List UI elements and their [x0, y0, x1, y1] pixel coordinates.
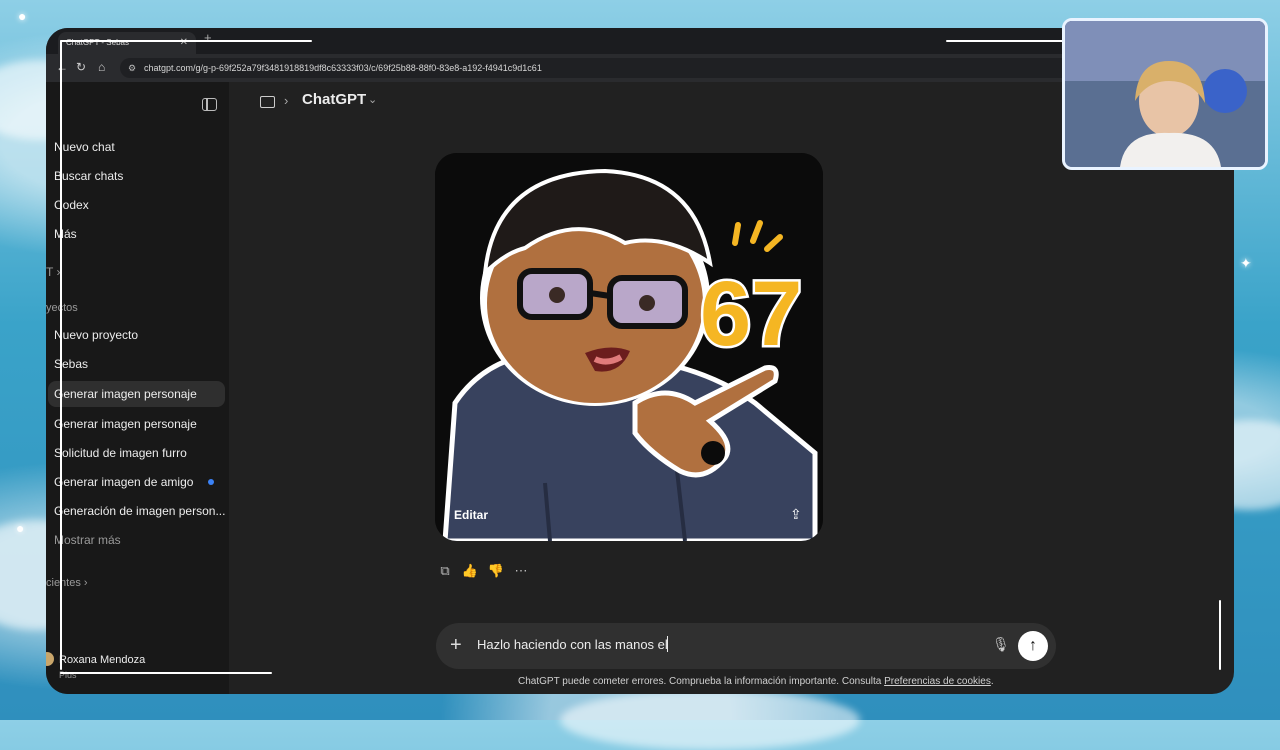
copy-icon[interactable]: ⧉ — [436, 562, 454, 580]
badge-text: 67 — [700, 263, 802, 365]
sidebar-section-recents[interactable]: cientes › — [46, 577, 88, 589]
sparkle-icon: ✦ — [1240, 255, 1252, 271]
message-composer[interactable]: + Hazlo haciendo con las manos el 🎙 ↑ — [436, 623, 1056, 669]
sidebar-chat-item[interactable]: Generar imagen personaje — [54, 417, 197, 431]
disclaimer-end: . — [990, 676, 994, 687]
text-caret — [667, 636, 668, 652]
show-more-link[interactable]: Mostrar más — [54, 533, 121, 547]
close-tab-icon[interactable]: ✕ — [180, 32, 188, 54]
frame-line — [946, 40, 1066, 42]
toggle-sidebar-icon[interactable] — [202, 98, 217, 111]
disclaimer-text: ChatGPT puede cometer errores. Comprueba… — [518, 676, 885, 687]
new-tab-button[interactable]: + — [204, 30, 212, 45]
home-icon[interactable]: ⌂ — [98, 60, 105, 74]
address-bar-row: ← ↻ ⌂ ⚙ chatgpt.com/g/g-p-69f252a79f3481… — [46, 54, 1234, 82]
browser-tab[interactable]: ChatGPT - Sebas ✕ — [58, 32, 196, 54]
webcam-overlay — [1062, 18, 1268, 170]
browser-window: ChatGPT - Sebas ✕ + ← ↻ ⌂ ⚙ chatgpt.com/… — [46, 28, 1234, 694]
chevron-right-icon: › — [284, 93, 289, 108]
chevron-down-icon[interactable]: ⌄ — [368, 93, 377, 106]
sidebar-chat-item[interactable]: Generación de imagen person... — [54, 504, 225, 518]
avatar — [46, 652, 54, 666]
gpts-label: T — [46, 265, 54, 279]
sidebar-chat-item[interactable]: Solicitud de imagen furro — [54, 446, 187, 460]
sparkle-icon: ● — [18, 8, 27, 24]
reload-icon[interactable]: ↻ — [76, 60, 86, 74]
share-icon[interactable]: ⇪ — [790, 506, 802, 523]
url-text: chatgpt.com/g/g-p-69f252a79f3481918819df… — [144, 63, 542, 73]
back-icon[interactable]: ← — [56, 60, 68, 74]
thumbs-down-icon[interactable]: 👎 — [487, 562, 505, 580]
site-settings-icon[interactable]: ⚙ — [128, 58, 136, 78]
sidebar-item-search-chats[interactable]: Buscar chats — [54, 169, 123, 183]
model-selector[interactable]: ChatGPT — [302, 91, 366, 108]
sidebar-item-new-project[interactable]: Nuevo proyecto — [54, 328, 138, 342]
more-options-icon[interactable]: ⋯ — [512, 562, 530, 580]
cookie-preferences-link[interactable]: Preferencias de cookies — [884, 676, 991, 687]
composer-input-text[interactable]: Hazlo haciendo con las manos el — [477, 637, 668, 652]
background-cloud — [560, 690, 860, 750]
sidebar-chat-item-active[interactable]: Generar imagen personaje — [48, 381, 225, 407]
unread-dot — [208, 479, 214, 485]
frame-line — [1219, 600, 1221, 670]
sparkle-icon: ● — [16, 520, 25, 536]
url-field[interactable]: ⚙ chatgpt.com/g/g-p-69f252a79f3481918819… — [120, 58, 1080, 78]
sticker-illustration: 67 — [435, 153, 823, 541]
disclaimer: ChatGPT puede cometer errores. Comprueba… — [518, 676, 994, 687]
thumbs-up-icon[interactable]: 👍 — [461, 562, 479, 580]
generated-image[interactable]: 67 — [435, 153, 823, 541]
webcam-feed — [1065, 21, 1265, 167]
user-name: Roxana Mendoza — [59, 654, 146, 666]
user-profile[interactable]: Roxana Mendoza Plus — [46, 648, 226, 684]
edit-image-button[interactable]: Editar — [454, 508, 488, 522]
send-button[interactable]: ↑ — [1018, 631, 1048, 661]
sidebar-item-new-chat[interactable]: Nuevo chat — [54, 140, 115, 154]
frame-line — [60, 40, 62, 670]
sidebar: Nuevo chat Buscar chats Codex Más T › ye… — [46, 82, 229, 694]
frame-line — [60, 40, 312, 42]
sidebar-chat-item[interactable]: Generar imagen de amigo — [54, 475, 193, 489]
frame-line — [60, 672, 272, 674]
folder-icon[interactable] — [260, 96, 275, 108]
sidebar-section-gpts[interactable]: T › — [46, 265, 60, 279]
recents-label: cientes — [46, 577, 81, 589]
sidebar-item-more[interactable]: Más — [54, 227, 77, 241]
microphone-icon[interactable]: 🎙 — [992, 636, 1010, 653]
attach-plus-icon[interactable]: + — [450, 634, 462, 656]
